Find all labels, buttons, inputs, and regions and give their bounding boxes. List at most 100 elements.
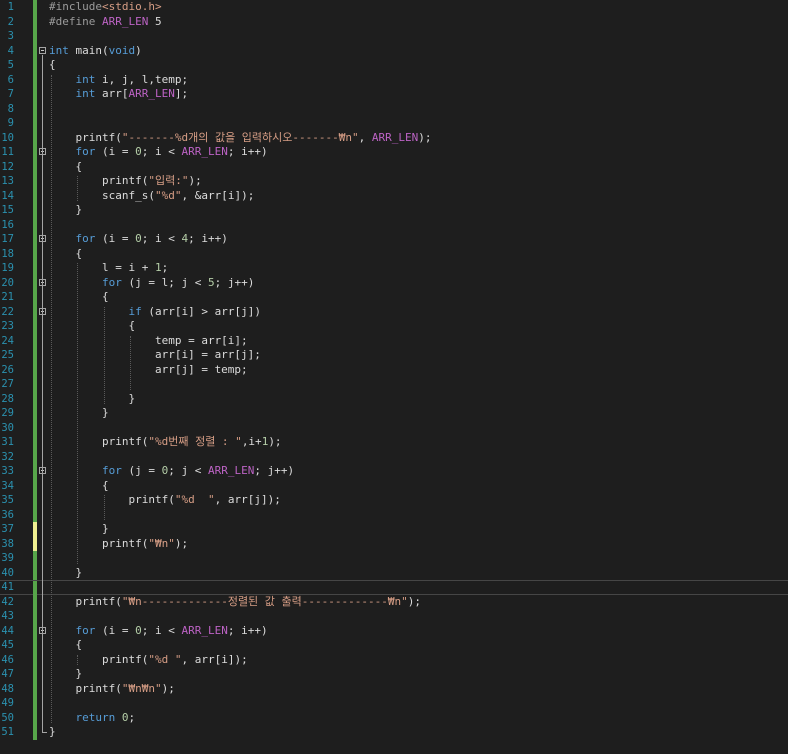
change-marker bbox=[33, 319, 37, 334]
code-line[interactable]: 25 arr[i] = arr[j]; bbox=[0, 348, 788, 363]
code-line[interactable]: 20 for (j = l; j < 5; j++) bbox=[0, 275, 788, 290]
code-text: { bbox=[49, 247, 82, 262]
line-number: 19 bbox=[1, 262, 14, 274]
change-marker bbox=[33, 536, 37, 551]
code-line[interactable]: 18 { bbox=[0, 246, 788, 262]
code-token: ); bbox=[407, 594, 421, 608]
change-marker bbox=[33, 217, 37, 232]
code-line[interactable]: 50 return 0; bbox=[0, 710, 788, 725]
indent-guide bbox=[51, 74, 52, 723]
code-line[interactable]: 45 { bbox=[0, 638, 788, 653]
code-line[interactable]: 5{ bbox=[0, 58, 788, 73]
code-token: } bbox=[49, 406, 109, 419]
code-line[interactable]: 27 bbox=[0, 377, 788, 392]
change-marker bbox=[33, 710, 37, 725]
code-line[interactable]: 35 printf("%d ", arr[j]); bbox=[0, 493, 788, 508]
code-line[interactable]: 21 { bbox=[0, 290, 788, 305]
code-line[interactable]: 19 l = i + 1; bbox=[0, 261, 788, 276]
code-line[interactable]: 30 bbox=[0, 420, 788, 435]
code-token: (j = l; j < bbox=[121, 275, 208, 289]
change-marker bbox=[33, 507, 37, 522]
code-line[interactable]: 38 printf("₩n"); bbox=[0, 536, 788, 552]
line-number: 4 bbox=[7, 44, 14, 57]
code-token: { bbox=[49, 246, 83, 260]
code-token: l = i + bbox=[49, 261, 155, 274]
code-text: #include<stdio.h> bbox=[49, 0, 162, 15]
code-line[interactable]: 24 temp = arr[i]; bbox=[0, 333, 788, 348]
change-marker bbox=[33, 304, 37, 319]
code-line[interactable]: 43 bbox=[0, 609, 788, 624]
code-line[interactable]: 44 for (i = 0; i < ARR_LEN; i++) bbox=[0, 623, 788, 638]
code-line[interactable]: 40 } bbox=[0, 565, 788, 581]
code-line[interactable]: 2 #define ARR_LEN 5 bbox=[0, 14, 788, 29]
code-line[interactable]: 47 } bbox=[0, 667, 788, 682]
code-line[interactable]: 7 int arr[ARR_LEN]; bbox=[0, 87, 788, 102]
code-line[interactable]: 34 { bbox=[0, 478, 788, 493]
code-line[interactable]: 23 { bbox=[0, 319, 788, 334]
code-line[interactable]: 10 printf("-------%d개의 값을 입력하시오-------₩n… bbox=[0, 130, 788, 145]
collapse-icon[interactable] bbox=[39, 46, 46, 54]
code-line[interactable]: 16 bbox=[0, 217, 788, 232]
code-line[interactable]: 49 bbox=[0, 696, 788, 711]
code-text: printf("₩n"); bbox=[49, 537, 188, 552]
change-marker bbox=[33, 551, 37, 566]
code-line[interactable]: 31 printf("%d번째 정렬 : ",i+1); bbox=[0, 435, 788, 450]
code-line[interactable]: 1 #include<stdio.h> bbox=[0, 0, 788, 15]
code-line[interactable]: 13 printf("입력:"); bbox=[0, 174, 788, 189]
code-line[interactable]: 11 for (i = 0; i < ARR_LEN; i++) bbox=[0, 145, 788, 160]
change-marker bbox=[33, 333, 37, 348]
code-line[interactable]: 33 for (j = 0; j < ARR_LEN; j++) bbox=[0, 464, 788, 479]
line-number: 11 bbox=[1, 146, 14, 158]
code-line[interactable]: 26 arr[j] = temp; bbox=[0, 362, 788, 377]
code-token: 0 bbox=[135, 623, 142, 637]
code-line[interactable]: 3 bbox=[0, 29, 788, 44]
code-line[interactable]: 51} bbox=[0, 725, 788, 740]
code-line[interactable]: 6 int i, j, l,temp; bbox=[0, 72, 788, 88]
code-line[interactable]: 39 bbox=[0, 551, 788, 566]
indent-guide bbox=[103, 306, 105, 404]
code-line[interactable]: 48 printf("₩n₩n"); bbox=[0, 681, 788, 696]
code-token: <stdio.h> bbox=[101, 0, 162, 13]
code-line[interactable]: 28 } bbox=[0, 391, 788, 406]
code-text: } bbox=[49, 566, 82, 581]
line-number: 49 bbox=[1, 697, 14, 709]
code-line[interactable]: 42 printf("₩n-------------정렬된 값 출력------… bbox=[0, 594, 788, 609]
code-line[interactable]: 32 bbox=[0, 449, 788, 464]
line-number: 43 bbox=[1, 610, 14, 622]
code-line[interactable]: 12 { bbox=[0, 159, 788, 174]
code-line[interactable]: 4 int main(void) bbox=[0, 43, 788, 58]
line-number: 41 bbox=[1, 581, 14, 593]
line-number: 18 bbox=[1, 247, 14, 260]
code-line[interactable]: 14 scanf_s("%d", &arr[i]); bbox=[0, 188, 788, 203]
code-token: (j = bbox=[121, 464, 162, 477]
code-token: { bbox=[49, 478, 109, 492]
code-line[interactable]: 46 printf("%d ", arr[i]); bbox=[0, 652, 788, 667]
code-text: printf("%d ", arr[j]); bbox=[49, 493, 280, 508]
code-line[interactable]: 22 if (arr[i] > arr[j]) bbox=[0, 304, 788, 319]
change-marker bbox=[33, 275, 37, 290]
line-number: 42 bbox=[1, 595, 14, 608]
line-number: 7 bbox=[7, 88, 14, 100]
line-number: 37 bbox=[1, 523, 14, 535]
code-line[interactable]: 8 bbox=[0, 101, 788, 116]
code-line[interactable]: 37 } bbox=[0, 522, 788, 537]
code-line[interactable]: 36 bbox=[0, 507, 788, 522]
code-token: "₩n₩n" bbox=[121, 681, 162, 695]
code-line[interactable]: 29 } bbox=[0, 406, 788, 421]
code-line[interactable]: 9 bbox=[0, 116, 788, 131]
code-text: int i, j, l,temp; bbox=[49, 73, 189, 88]
code-editor[interactable]: 1 #include<stdio.h> 2 #define ARR_LEN 5 3 4 in… bbox=[0, 0, 788, 754]
code-token: { bbox=[49, 638, 83, 651]
code-token: ,i+ bbox=[241, 435, 262, 448]
code-token: printf( bbox=[49, 435, 149, 448]
code-line[interactable]: 41 bbox=[0, 580, 788, 596]
code-line[interactable]: 17 for (i = 0; i < 4; i++) bbox=[0, 232, 788, 247]
code-token: , bbox=[358, 130, 372, 144]
code-line[interactable]: 15 } bbox=[0, 203, 788, 218]
line-number: 33 bbox=[1, 465, 14, 477]
change-marker bbox=[33, 638, 37, 653]
